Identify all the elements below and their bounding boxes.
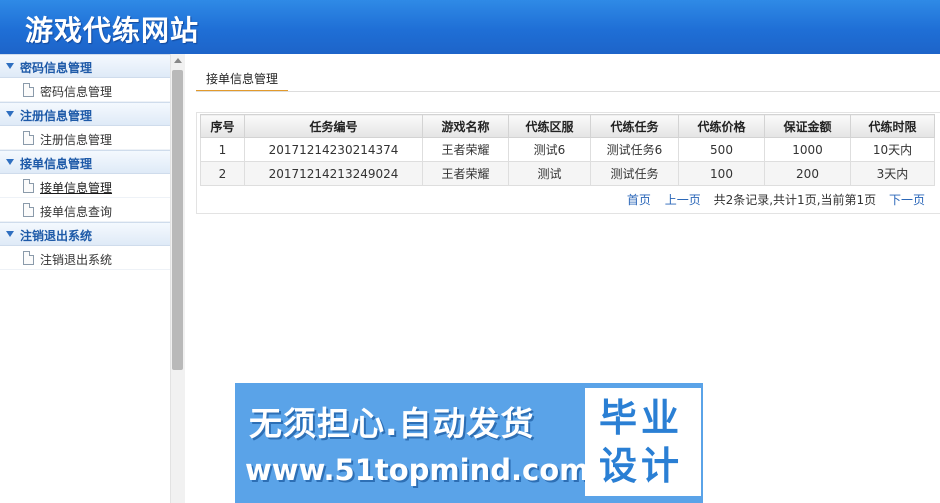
table-header-row: 序号 任务编号 游戏名称 代练区服 代练任务 代练价格 保证金额 代练时限 — [200, 114, 935, 138]
next-page-link[interactable]: 下一页 — [889, 193, 925, 207]
pagination: 首页 上一页 共2条记录,共计1页,当前第1页 下一页 — [622, 191, 930, 208]
sidebar: 密码信息管理 密码信息管理 注册信息管理 注册信息管理 接单信息管理 接单信息管… — [0, 54, 170, 503]
sidebar-group-orders[interactable]: 接单信息管理 — [0, 150, 170, 174]
sidebar-item-logout[interactable]: 注销退出系统 — [0, 246, 170, 270]
table-cell: 2 — [200, 161, 245, 186]
sidebar-item-order-management[interactable]: 接单信息管理 — [0, 174, 170, 198]
sidebar-group-logout[interactable]: 注销退出系统 — [0, 222, 170, 246]
table-row[interactable]: 1 20171214230214374 王者荣耀 测试6 测试任务6 500 1… — [200, 137, 935, 162]
table-cell: 20171214213249024 — [244, 161, 423, 186]
document-icon — [23, 251, 34, 265]
column-header: 代练任务 — [590, 114, 679, 138]
scroll-up-arrow-icon[interactable] — [174, 58, 182, 63]
column-header: 任务编号 — [244, 114, 423, 138]
table-cell: 王者荣耀 — [422, 137, 509, 162]
watermark-badge: 毕业设计 — [585, 388, 701, 496]
sidebar-item-label: 注册信息管理 — [40, 133, 113, 147]
top-header: 游戏代练网站 — [0, 0, 940, 54]
sidebar-group-label: 密码信息管理 — [20, 61, 93, 75]
site-title: 游戏代练网站 — [25, 14, 200, 47]
tab-divider — [196, 91, 940, 92]
table-cell: 1000 — [764, 137, 851, 162]
tab-order-management[interactable]: 接单信息管理 — [196, 66, 289, 92]
scrollbar-thumb[interactable] — [172, 70, 183, 370]
table-cell: 20171214230214374 — [244, 137, 423, 162]
sidebar-item-password-management[interactable]: 密码信息管理 — [0, 78, 170, 102]
sidebar-item-label: 密码信息管理 — [40, 85, 113, 99]
sidebar-item-label: 接单信息查询 — [40, 205, 113, 219]
document-icon — [23, 83, 34, 97]
document-icon — [23, 179, 34, 193]
sidebar-group-label: 注册信息管理 — [20, 109, 93, 123]
watermark-url: www.51topmind.com — [245, 453, 590, 487]
sidebar-item-label: 接单信息管理 — [40, 181, 113, 195]
table-cell: 测试6 — [508, 137, 591, 162]
triangle-down-icon — [6, 111, 14, 117]
table-cell: 200 — [764, 161, 851, 186]
sidebar-item-order-query[interactable]: 接单信息查询 — [0, 198, 170, 222]
sidebar-item-registration-management[interactable]: 注册信息管理 — [0, 126, 170, 150]
column-header: 代练价格 — [678, 114, 765, 138]
table-cell: 10天内 — [850, 137, 935, 162]
orders-table: 序号 任务编号 游戏名称 代练区服 代练任务 代练价格 保证金额 代练时限 1 … — [200, 114, 935, 186]
sidebar-group-label: 接单信息管理 — [20, 157, 93, 171]
column-header: 代练时限 — [850, 114, 935, 138]
pagination-summary: 共2条记录,共计1页,当前第1页 — [713, 193, 877, 207]
triangle-down-icon — [6, 231, 14, 237]
first-page-link[interactable]: 首页 — [627, 193, 651, 207]
document-icon — [23, 203, 34, 217]
document-icon — [23, 131, 34, 145]
column-header: 代练区服 — [508, 114, 591, 138]
table-row[interactable]: 2 20171214213249024 王者荣耀 测试 测试任务 100 200… — [200, 161, 935, 186]
table-cell: 1 — [200, 137, 245, 162]
triangle-down-icon — [6, 63, 14, 69]
triangle-down-icon — [6, 159, 14, 165]
column-header: 序号 — [200, 114, 245, 138]
table-cell: 500 — [678, 137, 765, 162]
sidebar-group-label: 注销退出系统 — [20, 229, 93, 243]
prev-page-link[interactable]: 上一页 — [665, 193, 701, 207]
column-header: 游戏名称 — [422, 114, 509, 138]
watermark-banner: 无须担心.自动发货 www.51topmind.com 毕业设计 — [235, 383, 703, 503]
table-cell: 测试任务 — [590, 161, 679, 186]
sidebar-group-password[interactable]: 密码信息管理 — [0, 54, 170, 78]
sidebar-item-label: 注销退出系统 — [40, 253, 113, 267]
table-cell: 3天内 — [850, 161, 935, 186]
table-cell: 王者荣耀 — [422, 161, 509, 186]
table-cell: 测试任务6 — [590, 137, 679, 162]
watermark-slogan: 无须担心.自动发货 — [249, 404, 535, 443]
watermark-badge-text: 毕业设计 — [599, 396, 684, 488]
column-header: 保证金额 — [764, 114, 851, 138]
table-cell: 100 — [678, 161, 765, 186]
table-cell: 测试 — [508, 161, 591, 186]
sidebar-group-registration[interactable]: 注册信息管理 — [0, 102, 170, 126]
